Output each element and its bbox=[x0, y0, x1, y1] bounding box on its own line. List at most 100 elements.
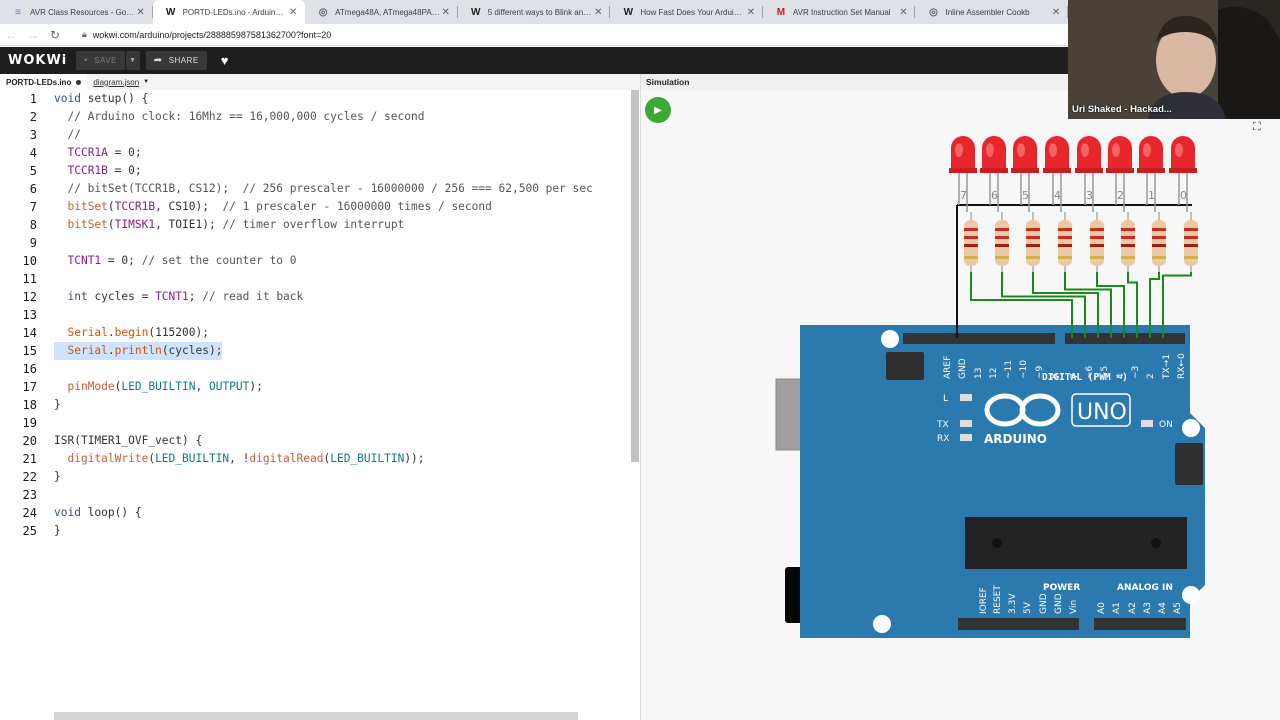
resistor-band bbox=[1058, 236, 1072, 239]
led-base bbox=[1043, 168, 1071, 173]
chip-mark bbox=[1151, 538, 1161, 548]
led-shine bbox=[1049, 143, 1057, 157]
resistor-band bbox=[964, 256, 978, 259]
pin-label: 7 bbox=[1070, 373, 1080, 379]
resistor-band bbox=[995, 228, 1009, 231]
pin-label: GND bbox=[1039, 593, 1049, 614]
resistor bbox=[1152, 220, 1166, 266]
led-base bbox=[1106, 168, 1134, 173]
resistor-band bbox=[1090, 244, 1104, 247]
resistor-band bbox=[1026, 228, 1040, 231]
pin-label: ~9 bbox=[1035, 365, 1045, 379]
pin-label: A3 bbox=[1143, 602, 1153, 614]
webcam-overlay: Uri Shaked - Hackad... bbox=[1068, 0, 1280, 119]
pin-label: ~10 bbox=[1019, 360, 1029, 379]
pin-label: 2 bbox=[1146, 373, 1156, 379]
resistor-band bbox=[1026, 236, 1040, 239]
power-header bbox=[958, 618, 1079, 630]
resistor-band bbox=[1152, 228, 1166, 231]
resistor bbox=[1090, 220, 1104, 266]
resistor-band bbox=[964, 236, 978, 239]
resistor-band bbox=[964, 228, 978, 231]
led-base bbox=[1011, 168, 1039, 173]
digital-header-left bbox=[903, 333, 1055, 344]
resistor bbox=[964, 220, 978, 266]
led-shine bbox=[1081, 143, 1089, 157]
pin-label: 13 bbox=[974, 368, 984, 379]
resistor-band bbox=[1090, 236, 1104, 239]
tx-led bbox=[960, 420, 972, 427]
resistor bbox=[995, 220, 1009, 266]
pin-label: A2 bbox=[1128, 602, 1138, 614]
resistor-band bbox=[1058, 244, 1072, 247]
pin-label: IOREF bbox=[979, 587, 989, 614]
pin-label: RESET bbox=[993, 585, 1003, 614]
resistor-band bbox=[1026, 256, 1040, 259]
resistor-band bbox=[995, 256, 1009, 259]
pin-label: GND bbox=[958, 358, 968, 379]
led-shine bbox=[1143, 143, 1151, 157]
led bbox=[951, 136, 975, 170]
mounting-hole bbox=[881, 330, 899, 348]
led bbox=[1045, 136, 1069, 170]
resistor bbox=[1121, 220, 1135, 266]
on-label: ON bbox=[1159, 420, 1173, 430]
led-shine bbox=[955, 143, 963, 157]
chip-mark bbox=[992, 538, 1002, 548]
resistor-band bbox=[1026, 244, 1040, 247]
rx-led bbox=[960, 434, 972, 441]
led-shine bbox=[1175, 143, 1183, 157]
resistor-band bbox=[1121, 228, 1135, 231]
resistor bbox=[1184, 220, 1198, 266]
board-name: ARDUINO bbox=[984, 432, 1047, 446]
led-shine bbox=[1017, 143, 1025, 157]
resistor-band bbox=[995, 236, 1009, 239]
pin-label: ~11 bbox=[1004, 360, 1014, 379]
resistor-band bbox=[995, 244, 1009, 247]
resistor-band bbox=[1058, 256, 1072, 259]
led-label: 3 bbox=[1086, 189, 1093, 202]
resistor bbox=[1026, 220, 1040, 266]
webcam-feed bbox=[1068, 0, 1280, 119]
resistor-band bbox=[1121, 236, 1135, 239]
resistor-band bbox=[964, 244, 978, 247]
webcam-name-label: Uri Shaked - Hackad... bbox=[1072, 104, 1172, 115]
pin-label: 12 bbox=[989, 368, 999, 379]
pin-label: Vin bbox=[1069, 600, 1079, 614]
pin-label: A0 bbox=[1097, 602, 1107, 614]
led-label: 2 bbox=[1117, 189, 1124, 202]
screen: ≡AVR Class Resources - Google Do✕WPORTD-… bbox=[0, 0, 1280, 720]
pin-label: 5V bbox=[1023, 601, 1033, 614]
resistor-band bbox=[1184, 228, 1198, 231]
led-base bbox=[949, 168, 977, 173]
led-label: 7 bbox=[960, 189, 967, 202]
pin-label: AREF bbox=[943, 356, 953, 379]
board-model: UNO bbox=[1077, 400, 1127, 425]
pin-label: ~3 bbox=[1131, 366, 1141, 379]
tx-label: TX bbox=[936, 420, 949, 430]
led-label: 5 bbox=[1022, 189, 1029, 202]
led-base bbox=[980, 168, 1008, 173]
mounting-hole bbox=[1182, 586, 1200, 604]
pin-label: 3.3V bbox=[1008, 593, 1018, 614]
led-label: 1 bbox=[1148, 189, 1155, 202]
resistor-band bbox=[1184, 236, 1198, 239]
resistor-band bbox=[1152, 236, 1166, 239]
pin-label: RX←0 bbox=[1177, 353, 1187, 379]
pin-label: 8 bbox=[1050, 373, 1060, 379]
led bbox=[1013, 136, 1037, 170]
power-label: POWER bbox=[1043, 583, 1080, 593]
led bbox=[982, 136, 1006, 170]
pin-label: ~5 bbox=[1100, 366, 1110, 379]
led-label: 6 bbox=[991, 189, 998, 202]
builtin-led bbox=[960, 394, 972, 401]
pin-label: TX→1 bbox=[1162, 354, 1172, 380]
led-label: 0 bbox=[1180, 189, 1187, 202]
analog-header bbox=[1094, 618, 1186, 630]
icsp-header bbox=[886, 352, 924, 380]
resistor-band bbox=[1184, 244, 1198, 247]
resistor-band bbox=[1152, 244, 1166, 247]
mounting-hole bbox=[1182, 419, 1200, 437]
pin-label: GND bbox=[1054, 593, 1064, 614]
pin-label: A4 bbox=[1158, 602, 1168, 614]
